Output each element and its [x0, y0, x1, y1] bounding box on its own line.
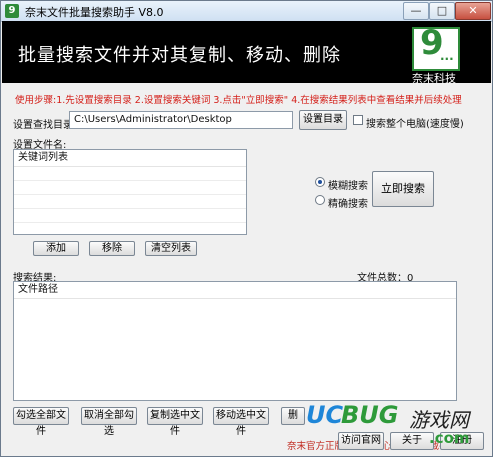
keyword-list[interactable]: 关键词列表	[13, 149, 247, 235]
keyword-list-row	[14, 222, 246, 223]
keyword-list-row	[14, 194, 246, 195]
keyword-list-header: 关键词列表	[14, 150, 246, 167]
maximize-button[interactable]: □	[429, 2, 455, 20]
watermark-uc: UC	[306, 401, 344, 429]
search-whole-pc-checkbox[interactable]	[353, 115, 363, 125]
deselect-all-button[interactable]: 取消全部勾选	[81, 407, 137, 437]
watermark-com: .com	[429, 429, 470, 447]
exact-search-label: 精确搜索	[328, 199, 368, 210]
title-bar[interactable]: 9 奈末文件批量搜索助手 V8.0 — □ ✕	[1, 1, 492, 22]
set-dir-button[interactable]: 设置目录	[299, 110, 347, 130]
brand-name: 奈末科技	[412, 72, 456, 85]
search-whole-pc-label: 搜索整个电脑(速度慢)	[366, 119, 464, 130]
logo-dots: ...	[440, 49, 454, 63]
select-all-files-button[interactable]: 勾选全部文件	[13, 407, 69, 437]
add-keyword-button[interactable]: 添加	[33, 241, 79, 256]
app-window: 9 奈末文件批量搜索助手 V8.0 — □ ✕ 批量搜索文件并对其复制、移动、删…	[0, 0, 493, 457]
search-now-button[interactable]: 立即搜索	[372, 171, 434, 207]
move-selected-button[interactable]: 移动选中文件	[213, 407, 269, 437]
keyword-list-row	[14, 208, 246, 209]
usage-steps: 使用步骤:1.先设置搜索目录 2.设置搜索关键词 3.点击"立即搜索" 4.在搜…	[15, 95, 462, 106]
watermark-bug: BUG	[341, 401, 399, 429]
search-dir-input[interactable]: C:\Users\Administrator\Desktop	[69, 111, 293, 129]
fuzzy-search-label: 模糊搜索	[328, 181, 368, 192]
window-title: 奈末文件批量搜索助手 V8.0	[25, 6, 164, 19]
results-list[interactable]: 文件路径	[13, 281, 457, 401]
clear-list-button[interactable]: 清空列表	[145, 241, 197, 256]
app-icon: 9	[5, 4, 19, 18]
brand-logo: 9 ...	[412, 23, 460, 71]
search-dir-label: 设置查找目录:	[13, 120, 77, 131]
header-banner: 批量搜索文件并对其复制、移动、删除 9 ... 奈末科技	[2, 21, 491, 85]
remove-keyword-button[interactable]: 移除	[89, 241, 135, 256]
results-list-header: 文件路径	[14, 282, 456, 299]
fuzzy-search-radio[interactable]	[315, 177, 325, 187]
close-button[interactable]: ✕	[455, 2, 491, 20]
site-watermark: UC BUG 游戏网 .com	[306, 401, 492, 456]
copy-selected-button[interactable]: 复制选中文件	[147, 407, 203, 437]
keyword-list-row	[14, 180, 246, 181]
banner-title: 批量搜索文件并对其复制、移动、删除	[18, 45, 341, 66]
delete-selected-button[interactable]: 删	[281, 407, 305, 425]
exact-search-radio[interactable]	[315, 195, 325, 205]
minimize-button[interactable]: —	[403, 2, 429, 20]
